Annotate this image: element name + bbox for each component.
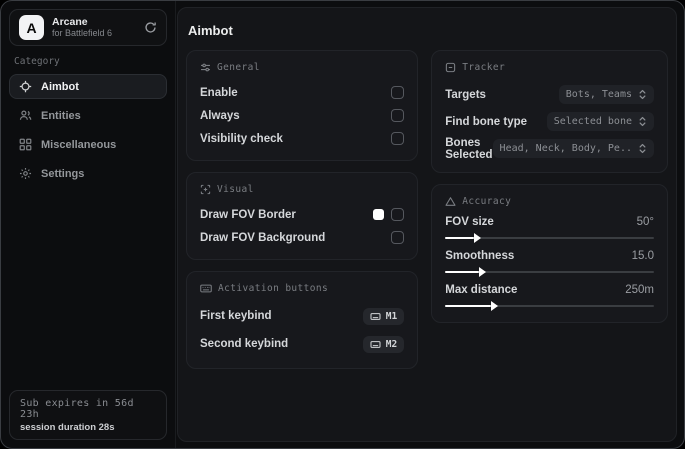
- option-label: Max distance: [445, 284, 518, 296]
- max-distance-slider[interactable]: [445, 301, 654, 311]
- app-window: A Arcane for Battlefield 6 Category Aimb…: [0, 0, 685, 449]
- second-keybind-button[interactable]: M2: [362, 335, 405, 353]
- fov-border-color-swatch[interactable]: [373, 209, 385, 220]
- draw-fov-background-checkbox[interactable]: [391, 231, 405, 244]
- sync-icon[interactable]: [144, 21, 157, 34]
- sidebar-item-label: Miscellaneous: [41, 138, 117, 151]
- option-label: Second keybind: [200, 338, 289, 350]
- find-bone-type-dropdown[interactable]: Selected bone: [546, 112, 654, 131]
- sidebar-item-miscellaneous[interactable]: Miscellaneous: [9, 132, 167, 157]
- chevrons-up-down-icon: [638, 116, 647, 127]
- fov-size-slider[interactable]: [445, 233, 654, 243]
- card-title: General: [217, 62, 260, 73]
- keyboard-icon: [370, 312, 381, 321]
- chevrons-up-down-icon: [638, 143, 647, 154]
- app-name: Arcane: [52, 16, 88, 29]
- option-label: Bones Selected: [445, 136, 493, 161]
- smoothness-slider[interactable]: [445, 267, 654, 277]
- crosshair-icon: [19, 80, 32, 93]
- dropdown-value: Selected bone: [553, 116, 632, 127]
- first-keybind-button[interactable]: M1: [362, 307, 405, 325]
- sidebar-item-settings[interactable]: Settings: [9, 161, 167, 186]
- max-distance-setting: Max distance 250m: [445, 284, 654, 311]
- draw-fov-border-checkbox[interactable]: [391, 208, 405, 221]
- scan-icon: [445, 62, 456, 73]
- card-title: Tracker: [462, 62, 506, 73]
- app-logo: A: [19, 15, 44, 40]
- option-label: Always: [200, 109, 240, 122]
- sidebar-item-entities[interactable]: Entities: [9, 103, 167, 128]
- app-header: A Arcane for Battlefield 6: [9, 9, 167, 46]
- slider-value: 15.0: [631, 250, 654, 262]
- dropdown-value: Bots, Teams: [565, 89, 632, 100]
- option-label: Enable: [200, 86, 238, 99]
- sidebar: A Arcane for Battlefield 6 Category Aimb…: [1, 1, 176, 448]
- entities-icon: [19, 109, 32, 122]
- slider-value: 250m: [625, 284, 654, 296]
- grid-icon: [19, 138, 32, 151]
- keybind-value: M2: [385, 338, 398, 350]
- visibility-check-checkbox[interactable]: [391, 132, 405, 145]
- option-label: Find bone type: [445, 115, 528, 128]
- session-duration-text: session duration 28s: [20, 422, 115, 433]
- keyboard-icon: [200, 283, 212, 294]
- accuracy-card: Accuracy FOV size 50° Smoothness 15.0 Ma…: [431, 184, 668, 323]
- general-card: General Enable Always Visibility check: [186, 50, 419, 161]
- option-label: Draw FOV Border: [200, 208, 296, 221]
- focus-icon: [200, 184, 211, 195]
- sidebar-item-label: Entities: [41, 109, 81, 122]
- page-title: Aimbot: [188, 23, 233, 38]
- subscription-info: Sub expires in 56d 23h session duration …: [9, 390, 167, 440]
- option-label: Smoothness: [445, 250, 515, 262]
- sidebar-item-label: Aimbot: [41, 80, 79, 93]
- card-title: Accuracy: [462, 196, 512, 207]
- sub-expires-text: Sub expires in 56d 23h: [20, 398, 134, 420]
- option-label: Draw FOV Background: [200, 231, 326, 244]
- activation-buttons-card: Activation buttons First keybind M1 Seco…: [186, 271, 419, 369]
- sidebar-item-label: Settings: [41, 167, 85, 180]
- card-title: Activation buttons: [218, 283, 329, 294]
- option-label: Targets: [445, 88, 486, 101]
- app-subtitle: for Battlefield 6: [52, 28, 113, 39]
- fov-size-setting: FOV size 50°: [445, 216, 654, 243]
- category-label: Category: [14, 56, 60, 67]
- option-label: FOV size: [445, 216, 494, 228]
- keyboard-icon: [370, 340, 381, 349]
- always-checkbox[interactable]: [391, 109, 405, 122]
- sidebar-item-aimbot[interactable]: Aimbot: [9, 74, 167, 99]
- card-title: Visual: [217, 184, 254, 195]
- keybind-value: M1: [385, 310, 398, 322]
- visual-card: Visual Draw FOV Border Draw FOV Backgrou…: [186, 172, 419, 260]
- triangle-icon: [445, 196, 456, 207]
- tracker-card: Tracker Targets Bots, Teams Find bone ty…: [431, 50, 668, 173]
- enable-checkbox[interactable]: [391, 86, 405, 99]
- sidebar-nav: Aimbot Entities Miscellaneous Settings: [1, 74, 175, 186]
- slider-value: 50°: [636, 216, 654, 228]
- option-label: Visibility check: [200, 132, 283, 145]
- bones-selected-dropdown[interactable]: Head, Neck, Body, Pe..: [492, 139, 654, 158]
- dropdown-value: Head, Neck, Body, Pe..: [499, 143, 632, 154]
- targets-dropdown[interactable]: Bots, Teams: [558, 85, 654, 104]
- sliders-icon: [200, 62, 211, 73]
- smoothness-setting: Smoothness 15.0: [445, 250, 654, 277]
- option-label: First keybind: [200, 310, 272, 322]
- main-panel: Aimbot General Enable Always Visibility …: [177, 7, 677, 442]
- gear-icon: [19, 167, 32, 180]
- chevrons-up-down-icon: [638, 89, 647, 100]
